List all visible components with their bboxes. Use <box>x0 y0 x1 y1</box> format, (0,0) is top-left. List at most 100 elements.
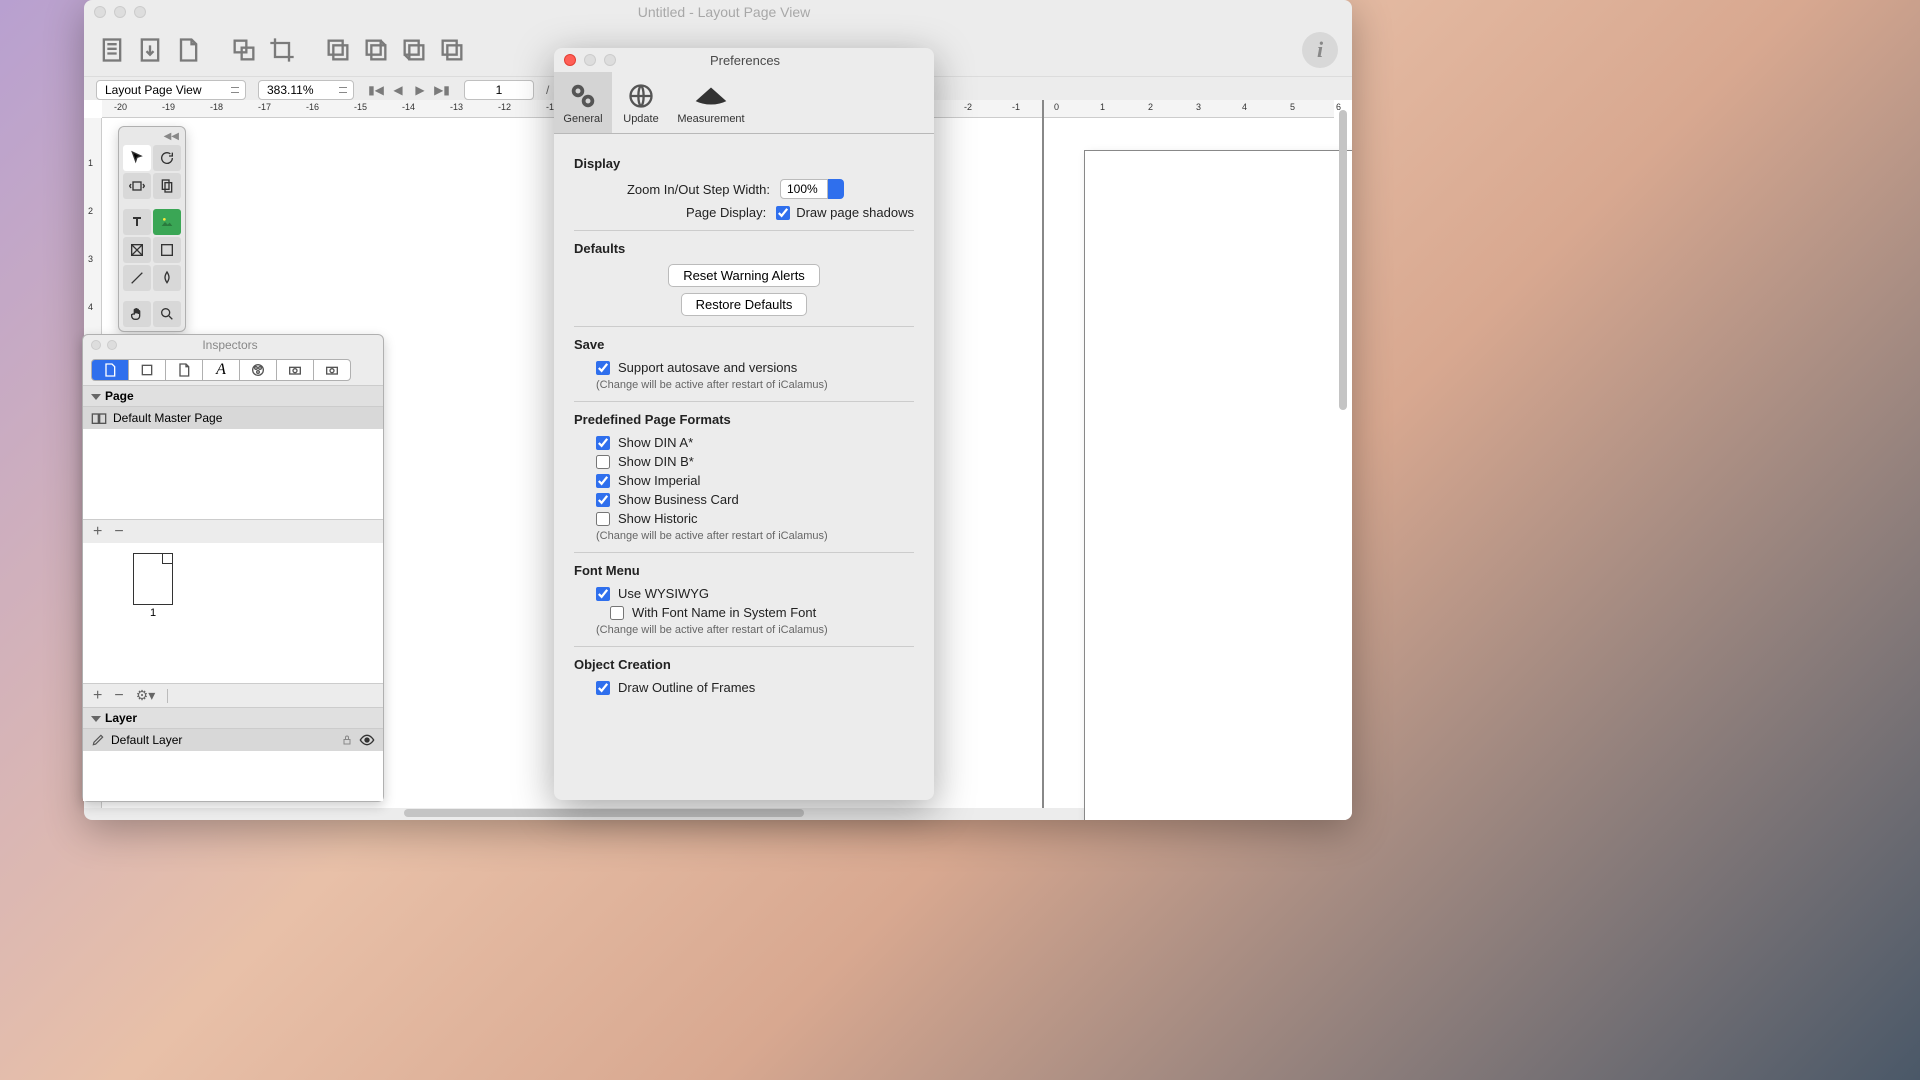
zoom-dropdown[interactable]: 383.11% <box>258 80 354 100</box>
stack4-icon[interactable] <box>438 36 466 64</box>
palette-collapse-icon[interactable]: ◀◀ <box>121 129 183 143</box>
page-sep: / <box>546 83 549 97</box>
window-title: Untitled - Layout Page View <box>146 4 1352 20</box>
tab-cam1-icon[interactable] <box>276 359 314 381</box>
page[interactable] <box>1084 150 1352 820</box>
titlebar: Untitled - Layout Page View <box>84 0 1352 24</box>
info-button[interactable]: i <box>1302 32 1338 68</box>
pointer-tool[interactable] <box>123 145 151 171</box>
stack2-icon[interactable] <box>362 36 390 64</box>
rect-tool[interactable] <box>153 237 181 263</box>
tab-frame-icon[interactable] <box>128 359 166 381</box>
master-page-icon <box>91 411 107 425</box>
prefs-title: Preferences <box>616 53 934 68</box>
zoom-icon[interactable] <box>604 54 616 66</box>
prefs-tabs: General Update Measurement <box>554 72 934 134</box>
tab-text-icon[interactable]: A <box>202 359 240 381</box>
restore-defaults-button[interactable]: Restore Defaults <box>681 293 808 316</box>
remove-page-button[interactable]: − <box>114 523 123 541</box>
hand-tool[interactable] <box>123 301 151 327</box>
next-page-button[interactable]: ▶ <box>410 81 430 99</box>
first-page-button[interactable]: ▮◀ <box>366 81 386 99</box>
crop-icon[interactable] <box>268 36 296 64</box>
close-icon[interactable] <box>564 54 576 66</box>
magnifier-tool[interactable] <box>153 301 181 327</box>
tab-measurement[interactable]: Measurement <box>670 72 752 133</box>
tab-cam2-icon[interactable] <box>313 359 351 381</box>
doc-arrow-icon[interactable] <box>136 36 164 64</box>
minimize-icon[interactable] <box>114 6 126 18</box>
page-thumbnails: 1 <box>83 543 383 683</box>
transform-tool[interactable] <box>123 173 151 199</box>
minimize-icon[interactable] <box>107 340 117 350</box>
din-b-checkbox[interactable] <box>596 455 610 469</box>
draw-shadows-label: Draw page shadows <box>796 205 914 220</box>
view-mode-dropdown[interactable]: Layout Page View <box>96 80 246 100</box>
add-page-button[interactable]: + <box>93 523 102 541</box>
font-hint: (Change will be active after restart of … <box>596 624 914 636</box>
reset-warnings-button[interactable]: Reset Warning Alerts <box>668 264 820 287</box>
page-section-header[interactable]: Page <box>83 385 383 407</box>
tab-doc-icon[interactable] <box>165 359 203 381</box>
save-header: Save <box>574 337 914 352</box>
formats-header: Predefined Page Formats <box>574 412 914 427</box>
display-header: Display <box>574 156 914 171</box>
pencil-icon <box>91 733 105 747</box>
layer-row[interactable]: Default Layer <box>83 729 383 751</box>
close-icon[interactable] <box>94 6 106 18</box>
lock-icon[interactable] <box>341 734 353 746</box>
din-a-checkbox[interactable] <box>596 436 610 450</box>
gear-icon[interactable]: ⚙︎▾ <box>136 687 156 704</box>
stack1-icon[interactable] <box>324 36 352 64</box>
inspectors-title: Inspectors <box>117 338 383 352</box>
business-checkbox[interactable] <box>596 493 610 507</box>
image-tool[interactable] <box>153 209 181 235</box>
tab-page-icon[interactable] <box>91 359 129 381</box>
pen-tool[interactable] <box>153 265 181 291</box>
tab-general[interactable]: General <box>554 72 612 133</box>
line-tool[interactable] <box>123 265 151 291</box>
tool-palette: ◀◀ <box>118 126 186 332</box>
close-icon[interactable] <box>91 340 101 350</box>
group-icon[interactable] <box>230 36 258 64</box>
scrollbar-vertical[interactable] <box>1336 100 1350 800</box>
wysiwyg-checkbox[interactable] <box>596 587 610 601</box>
scrollbar-horizontal[interactable] <box>404 806 904 820</box>
zoom-icon[interactable] <box>134 6 146 18</box>
last-page-button[interactable]: ▶▮ <box>432 81 452 99</box>
text-tool[interactable] <box>123 209 151 235</box>
window-controls <box>94 6 146 18</box>
minimize-icon[interactable] <box>584 54 596 66</box>
layer-section-header[interactable]: Layer <box>83 707 383 729</box>
imperial-checkbox[interactable] <box>596 474 610 488</box>
page-display-label: Page Display: <box>574 205 776 220</box>
gears-icon <box>568 81 598 111</box>
sysfont-checkbox[interactable] <box>610 606 624 620</box>
doc-blank-icon[interactable] <box>174 36 202 64</box>
page-list-tools: + − <box>83 519 383 543</box>
page-number-input[interactable] <box>464 80 534 100</box>
add-item-button[interactable]: + <box>93 687 102 705</box>
prev-page-button[interactable]: ◀ <box>388 81 408 99</box>
tab-color-icon[interactable] <box>239 359 277 381</box>
tab-update[interactable]: Update <box>612 72 670 133</box>
stack3-icon[interactable] <box>400 36 428 64</box>
font-menu-header: Font Menu <box>574 563 914 578</box>
page-boundary-line <box>1042 100 1044 808</box>
globe-icon <box>627 81 655 111</box>
eye-icon[interactable] <box>359 734 375 746</box>
historic-checkbox[interactable] <box>596 512 610 526</box>
x-shape-tool[interactable] <box>123 237 151 263</box>
copy-tool[interactable] <box>153 173 181 199</box>
draw-shadows-checkbox[interactable] <box>776 206 790 220</box>
save-hint: (Change will be active after restart of … <box>596 379 914 391</box>
new-doc-icon[interactable] <box>98 36 126 64</box>
page-thumbnail[interactable] <box>133 553 173 605</box>
master-page-row[interactable]: Default Master Page <box>83 407 383 429</box>
zoom-step-stepper[interactable] <box>780 179 844 199</box>
remove-item-button[interactable]: − <box>114 687 123 705</box>
autosave-checkbox[interactable] <box>596 361 610 375</box>
rotate-tool[interactable] <box>153 145 181 171</box>
outline-checkbox[interactable] <box>596 681 610 695</box>
object-creation-header: Object Creation <box>574 657 914 672</box>
